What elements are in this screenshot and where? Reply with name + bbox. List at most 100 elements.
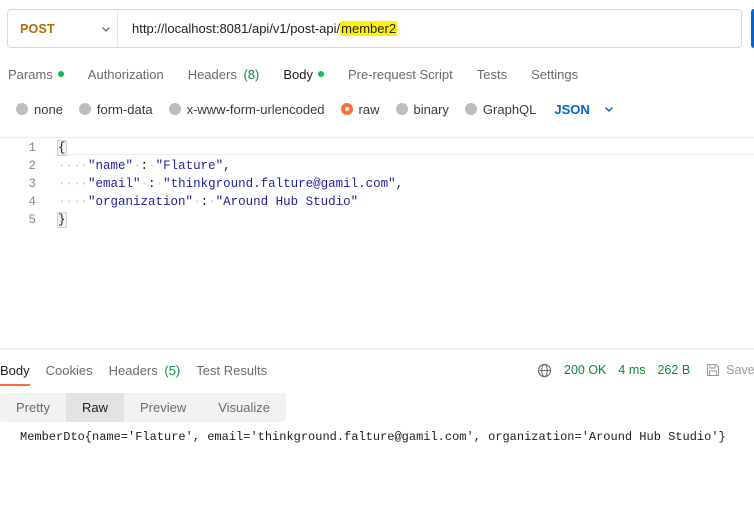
line-number: 3: [28, 177, 36, 191]
response-tabs: Body Cookies Headers (5) Test Results: [0, 356, 283, 386]
tab-label: Headers: [108, 362, 158, 378]
tab-label: Tests: [476, 66, 508, 82]
radio-form-data[interactable]: form-data: [78, 101, 153, 117]
json-comma: ,: [223, 159, 231, 173]
radio-binary[interactable]: binary: [395, 101, 449, 117]
radio-label: GraphQL: [482, 101, 537, 117]
close-brace: }: [57, 212, 67, 228]
tab-params[interactable]: Params: [0, 67, 72, 82]
response-body-text: MemberDto{name='Flature', email='thinkgr…: [20, 430, 726, 444]
code-line: 4 ····"organization"·:·"Around Hub Studi…: [0, 193, 358, 211]
tab-settings[interactable]: Settings: [523, 67, 586, 82]
radio-raw[interactable]: raw: [340, 102, 380, 117]
line-number: 4: [28, 195, 36, 209]
radio-label: form-data: [96, 101, 153, 117]
method-label: POST: [20, 21, 55, 36]
code-line: 3 ····"email"·:·"thinkground.falture@gam…: [0, 175, 403, 193]
json-comma: ,: [395, 177, 404, 191]
code-line: 1 {: [0, 139, 67, 157]
active-dot-icon: [57, 71, 64, 77]
response-tab-body[interactable]: Body: [0, 356, 30, 386]
line-number: 5: [28, 213, 36, 227]
globe-icon[interactable]: [537, 363, 552, 378]
view-tab-label: Raw: [81, 400, 108, 415]
response-time[interactable]: 4 ms: [618, 363, 645, 377]
request-url-bar: POST http://localhost:8081/api/v1/post-a…: [7, 9, 742, 48]
radio-label: x-www-form-urlencoded: [186, 101, 325, 117]
tab-count: (5): [164, 362, 181, 378]
code-line: 5 }: [0, 211, 67, 229]
json-key: "name": [88, 159, 134, 173]
tab-label: Test Results: [196, 362, 268, 378]
active-dot-icon: [317, 71, 324, 77]
code-text: }: [57, 212, 67, 228]
editor-divider: [55, 154, 754, 155]
code-text: {: [57, 140, 67, 156]
url-input[interactable]: http://localhost:8081/api/v1/post-api/me…: [118, 21, 398, 36]
radio-label: none: [34, 101, 63, 117]
response-size[interactable]: 262 B: [657, 363, 690, 377]
body-code-editor[interactable]: 1 { 2 ····"name"·:·"Flature", 3 ····"ema…: [0, 137, 754, 345]
code-text: ····"name"·:·"Flature",: [58, 159, 231, 173]
url-highlighted-segment: member2: [340, 21, 398, 36]
tab-label: Body: [283, 66, 313, 82]
radio-x-www-form-urlencoded[interactable]: x-www-form-urlencoded: [168, 101, 325, 117]
code-line: 2 ····"name"·:·"Flature",: [0, 157, 230, 175]
response-view-tabs: Pretty Raw Preview Visualize: [0, 393, 287, 422]
status-code[interactable]: 200 OK: [564, 363, 606, 377]
view-tab-label: Pretty: [16, 400, 50, 415]
radio-label: binary: [413, 101, 449, 117]
format-select-label: JSON: [554, 101, 590, 117]
response-tab-test-results[interactable]: Test Results: [196, 356, 267, 384]
response-tab-cookies[interactable]: Cookies: [46, 356, 93, 384]
tab-pre-request-script[interactable]: Pre-request Script: [340, 67, 461, 82]
tab-authorization[interactable]: Authorization: [80, 67, 172, 82]
pane-resize-handle[interactable]: [0, 348, 754, 350]
tab-label: Authorization: [87, 66, 164, 82]
save-label: Save: [726, 363, 754, 377]
format-select[interactable]: JSON: [554, 102, 613, 117]
chevron-down-icon: [95, 24, 117, 34]
tab-label: Headers: [187, 66, 237, 82]
radio-icon: [16, 103, 28, 115]
tab-label: Cookies: [45, 362, 93, 378]
response-tab-headers[interactable]: Headers (5): [109, 356, 181, 384]
tab-label: Pre-request Script: [347, 66, 453, 82]
tab-label: Settings: [531, 66, 579, 82]
request-tabs: Params Authorization Headers (8) Body Pr…: [0, 60, 594, 88]
radio-icon: [464, 103, 477, 115]
chevron-down-icon: [604, 102, 614, 117]
line-number: 2: [28, 159, 36, 173]
method-select[interactable]: POST: [8, 10, 118, 47]
code-text: ····"email"·:·"thinkground.falture@gamil…: [58, 177, 404, 191]
view-tab-label: Visualize: [218, 400, 271, 415]
view-tab-raw[interactable]: Raw: [65, 393, 124, 422]
view-tab-pretty[interactable]: Pretty: [0, 393, 66, 422]
line-number: 1: [28, 141, 36, 155]
body-type-options: none form-data x-www-form-urlencoded raw…: [16, 98, 614, 120]
view-tab-visualize[interactable]: Visualize: [202, 393, 286, 422]
json-value: "Around Hub Studio": [215, 195, 359, 209]
save-icon: [707, 363, 720, 377]
save-response-button[interactable]: Save: [706, 363, 754, 377]
tab-headers[interactable]: Headers (8): [180, 67, 268, 82]
radio-graphql[interactable]: GraphQL: [464, 101, 537, 117]
tab-count: (8): [243, 66, 260, 82]
radio-none[interactable]: none: [16, 102, 63, 117]
radio-selected-icon: [340, 103, 353, 115]
response-status-bar: 200 OK 4 ms 262 B Save: [537, 356, 754, 384]
open-brace: {: [57, 140, 67, 156]
json-key: "organization": [88, 195, 194, 209]
url-prefix: http://localhost:8081/api/v1/post-api/: [132, 21, 341, 36]
view-tab-preview[interactable]: Preview: [124, 393, 202, 422]
tab-label: Body: [0, 362, 30, 378]
tab-body[interactable]: Body: [275, 67, 332, 82]
radio-icon: [78, 103, 91, 115]
code-text: ····"organization"·:·"Around Hub Studio": [58, 195, 359, 209]
radio-icon: [168, 103, 181, 115]
view-tab-label: Preview: [139, 400, 187, 415]
radio-icon: [395, 103, 408, 115]
json-key: "email": [88, 177, 141, 191]
tab-tests[interactable]: Tests: [469, 67, 515, 82]
json-value: "Flature": [155, 159, 224, 173]
